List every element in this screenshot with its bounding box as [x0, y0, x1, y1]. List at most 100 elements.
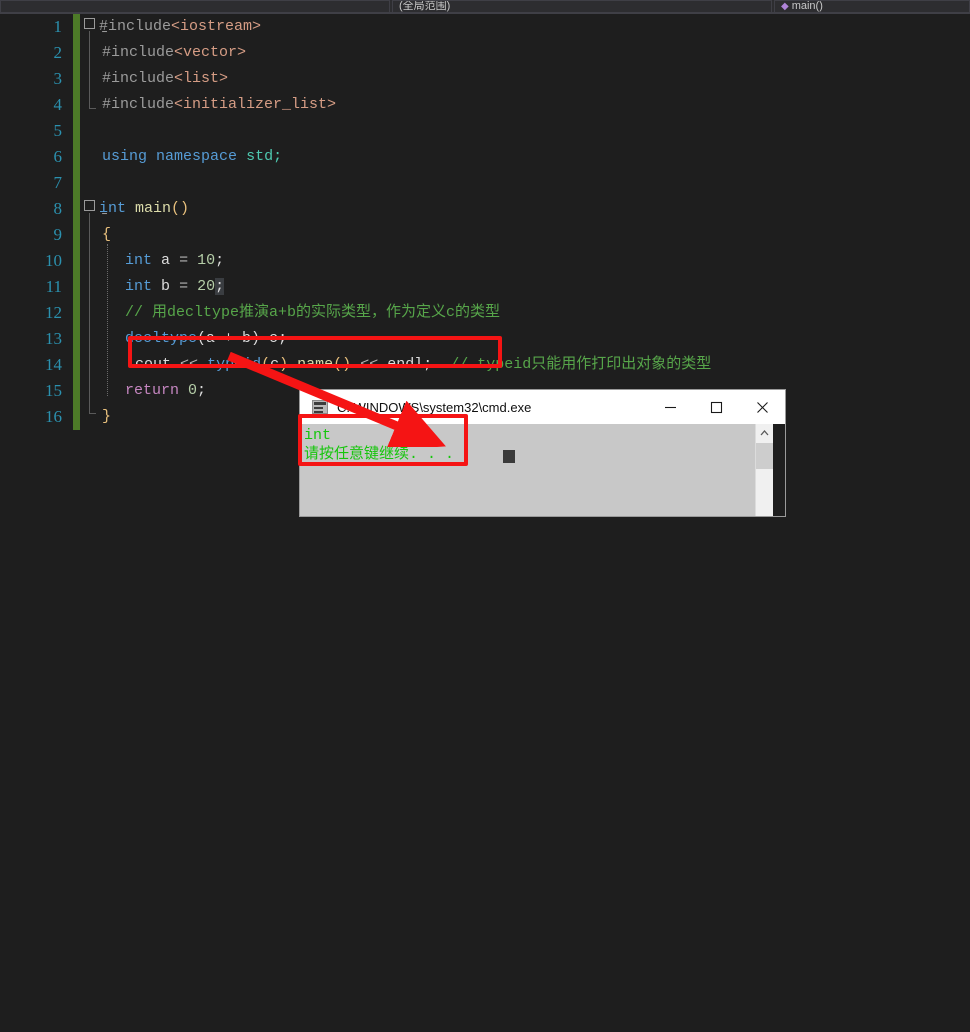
- code-line-12[interactable]: // 用decltype推演a+b的实际类型，作为定义c的类型: [125, 300, 500, 326]
- region-guide-main: [89, 213, 90, 413]
- editor-navigation-bar: (全局范围) ◆ main(): [0, 0, 970, 12]
- semicolon: ;: [423, 356, 433, 373]
- assign-operator: =: [179, 278, 189, 295]
- navigation-project-dropdown[interactable]: [0, 0, 390, 12]
- line-number: 8: [53, 199, 63, 218]
- stream-cout: cout: [135, 356, 172, 373]
- code-line-4[interactable]: #include<initializer_list>: [102, 92, 336, 118]
- number-0: 0: [188, 382, 198, 399]
- preprocessor-directive: #include: [99, 18, 172, 35]
- variable-c: c: [270, 356, 280, 373]
- keyword-int: int: [99, 200, 127, 217]
- line-number: 10: [45, 251, 62, 270]
- variable-c: c: [269, 330, 279, 347]
- console-cursor: [503, 450, 515, 463]
- console-window-title: C:\WINDOWS\system32\cmd.exe: [337, 399, 532, 415]
- navigation-member-label: main(): [791, 0, 823, 12]
- scroll-up-icon[interactable]: [756, 424, 773, 441]
- code-line-8[interactable]: int main(): [99, 196, 189, 222]
- line-number: 9: [53, 225, 63, 244]
- stream-insert-operator: <<: [360, 356, 379, 373]
- region-guide-main-foot: [89, 413, 96, 414]
- console-scrollbar[interactable]: [755, 424, 773, 516]
- change-indicator-bar: [73, 14, 80, 430]
- line-number: 2: [53, 43, 63, 62]
- line-number: 15: [45, 381, 62, 400]
- keyword-using: using: [102, 148, 148, 165]
- code-line-14[interactable]: cout << typeid(c).name() << endl; // typ…: [135, 352, 711, 378]
- code-line-10[interactable]: int a = 10;: [125, 248, 224, 274]
- stream-insert-operator: <<: [180, 356, 199, 373]
- maximize-button[interactable]: [693, 390, 739, 424]
- line-number: 3: [53, 69, 63, 88]
- include-header: <vector>: [174, 44, 247, 61]
- semicolon: ;: [197, 382, 207, 399]
- variable-a: a: [161, 252, 171, 269]
- console-title-bar[interactable]: C:\WINDOWS\system32\cmd.exe: [300, 390, 785, 424]
- include-header: <initializer_list>: [174, 96, 337, 113]
- line-number: 4: [53, 95, 63, 114]
- function-name-main: main: [135, 200, 172, 217]
- console-output-line: int 请按任意键继续. . .: [304, 426, 454, 464]
- code-line-16[interactable]: }: [102, 404, 111, 430]
- line-number-gutter: 1 2 3 4 5 6 7 8 9 10 11 12 13 14 15 16: [0, 14, 72, 516]
- line-number: 13: [45, 329, 62, 348]
- line-number: 14: [45, 355, 62, 374]
- region-guide-includes: [89, 31, 90, 108]
- brace-open: {: [102, 226, 112, 243]
- console-right-edge: [773, 424, 785, 516]
- line-number: 12: [45, 303, 62, 322]
- line-number: 11: [45, 277, 62, 296]
- keyword-return: return: [125, 382, 180, 399]
- minimize-button[interactable]: [647, 390, 693, 424]
- code-line-15[interactable]: return 0;: [125, 378, 206, 404]
- indent-guide-body: [107, 244, 108, 396]
- keyword-namespace: namespace: [156, 148, 238, 165]
- console-output-prompt: 请按任意键继续. . .: [304, 446, 455, 463]
- line-number: 6: [53, 147, 63, 166]
- assign-operator: =: [179, 252, 189, 269]
- keyword-typeid: typeid: [207, 356, 262, 373]
- comment-typeid-explanation: // typeid只能用作打印出对象的类型: [450, 356, 712, 373]
- member-access-dot: .: [288, 356, 298, 373]
- collapse-line-1[interactable]: −: [84, 18, 108, 38]
- stream-endl: endl: [387, 356, 424, 373]
- text-cursor-selection: ;: [215, 278, 225, 295]
- code-line-13[interactable]: decltype(a + b) c;: [125, 326, 287, 352]
- preprocessor-directive: #include: [102, 44, 175, 61]
- code-line-2[interactable]: #include<vector>: [102, 40, 246, 66]
- line-number: 5: [53, 121, 63, 140]
- code-line-9[interactable]: {: [102, 222, 111, 248]
- method-name: name: [297, 356, 334, 373]
- brace-close: }: [102, 408, 112, 425]
- include-header: <list>: [174, 70, 229, 87]
- number-10: 10: [197, 252, 216, 269]
- preprocessor-directive: #include: [102, 96, 175, 113]
- method-icon: ◆: [781, 1, 789, 12]
- keyword-int: int: [125, 278, 153, 295]
- console-window[interactable]: C:\WINDOWS\system32\cmd.exe int 请按任意键继续.…: [300, 390, 785, 516]
- navigation-member-dropdown[interactable]: ◆ main(): [774, 0, 970, 12]
- code-line-11[interactable]: int b = 20;: [125, 274, 225, 300]
- paren-pair: (): [171, 200, 190, 217]
- line-number: 7: [53, 173, 63, 192]
- variable-b: b: [161, 278, 171, 295]
- line-number: 1: [53, 17, 63, 36]
- region-guide-includes-foot: [89, 108, 96, 109]
- navigation-scope-dropdown[interactable]: (全局范围): [392, 0, 772, 12]
- console-output-area[interactable]: int 请按任意键继续. . .: [300, 424, 785, 516]
- code-line-6[interactable]: using namespace std;: [102, 144, 282, 170]
- scrollbar-thumb[interactable]: [756, 443, 773, 469]
- cmd-icon: [312, 400, 328, 414]
- semicolon: ;: [278, 330, 288, 347]
- keyword-decltype: decltype: [125, 330, 198, 347]
- collapse-line-8[interactable]: −: [84, 200, 108, 220]
- include-header: <iostream>: [171, 18, 262, 35]
- namespace-std: std;: [246, 148, 283, 165]
- console-output-type: int: [304, 427, 332, 444]
- code-line-1[interactable]: #include<iostream>: [99, 14, 261, 40]
- code-line-3[interactable]: #include<list>: [102, 66, 228, 92]
- semicolon: ;: [215, 252, 225, 269]
- close-button[interactable]: [739, 390, 785, 424]
- navigation-scope-label: (全局范围): [399, 0, 451, 12]
